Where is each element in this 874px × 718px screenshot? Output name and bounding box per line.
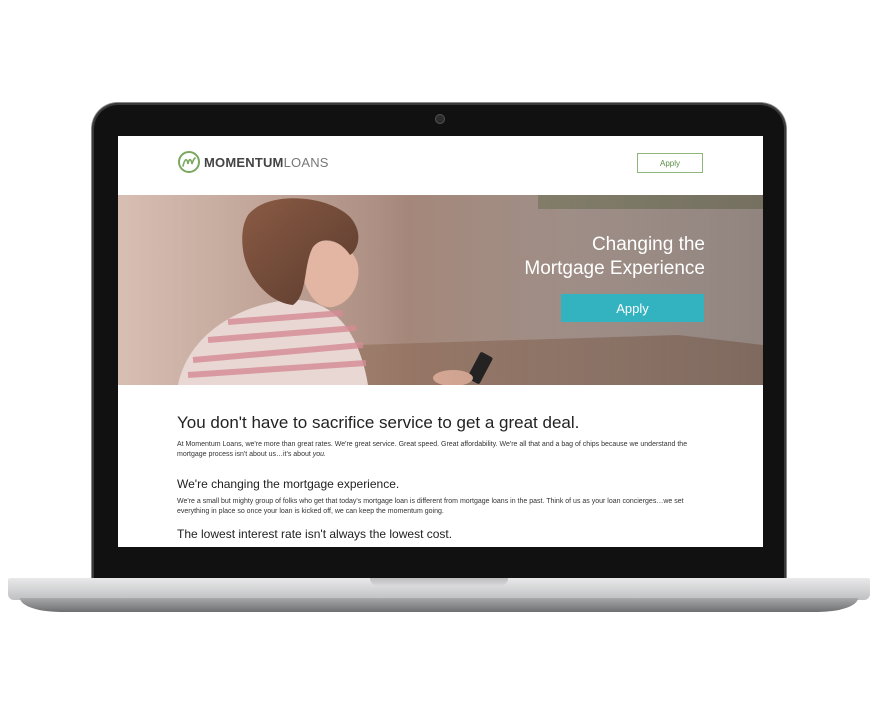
hero-heading-line1: Changing the xyxy=(591,234,705,255)
main-content: You don't have to sacrifice service to g… xyxy=(177,413,697,541)
section-heading-service: You don't have to sacrifice service to g… xyxy=(177,413,580,432)
laptop-notch xyxy=(370,578,508,586)
momentum-m-circle-icon xyxy=(178,151,200,173)
paragraph-service-text: At Momentum Loans, we're more than great… xyxy=(177,441,688,458)
hero-heading: Changing the Mortgage Experience xyxy=(524,233,705,281)
logo-word-light: LOANS xyxy=(283,154,329,170)
section-heading-lowest-rate: The lowest interest rate isn't always th… xyxy=(177,527,453,541)
section-heading-experience: We're changing the mortgage experience. xyxy=(177,477,400,491)
hero-banner: Changing the Mortgage Experience Apply xyxy=(118,195,763,385)
header-apply-button[interactable]: Apply xyxy=(637,153,703,173)
hero-overlay xyxy=(118,195,763,385)
browser-viewport: MOMENTUMLOANS Apply Changing the Mortgag… xyxy=(118,136,763,547)
logo-word-bold: MOMENTUM xyxy=(204,154,284,170)
logo-wordmark: MOMENTUMLOANS xyxy=(204,155,329,170)
hero-heading-line2: Mortgage Experience xyxy=(524,258,705,279)
site-header: MOMENTUMLOANS Apply xyxy=(118,136,763,194)
section-paragraph-service: At Momentum Loans, we're more than great… xyxy=(177,440,697,460)
laptop-base-bottom xyxy=(20,598,858,612)
site-logo[interactable]: MOMENTUMLOANS xyxy=(178,151,329,173)
section-paragraph-experience: We're a small but mighty group of folks … xyxy=(177,498,684,515)
webcam-icon xyxy=(435,114,445,124)
hero-apply-button[interactable]: Apply xyxy=(561,294,704,322)
paragraph-service-emphasis: you. xyxy=(312,451,326,458)
